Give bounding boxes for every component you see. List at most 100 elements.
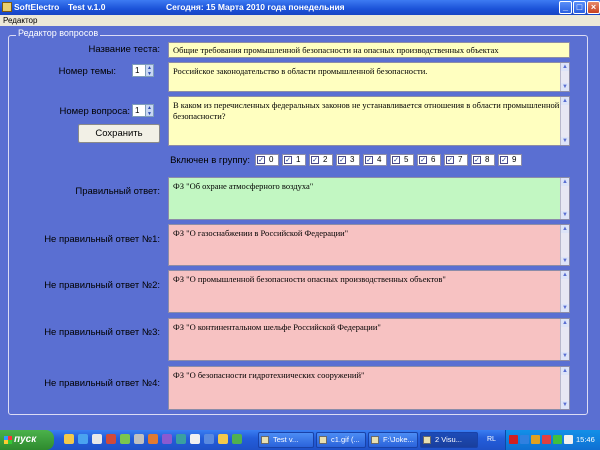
close-button[interactable]: × bbox=[587, 1, 600, 14]
maximize-button[interactable]: □ bbox=[573, 1, 586, 14]
taskbar-task-visual[interactable]: 2 Visu... bbox=[420, 432, 478, 448]
spinner-arrows-icon[interactable]: ▲ ▼ bbox=[145, 105, 153, 117]
scroll-down-icon[interactable]: ▼ bbox=[561, 137, 569, 145]
scroll-up-icon[interactable]: ▲ bbox=[561, 97, 569, 105]
scroll-down-icon[interactable]: ▼ bbox=[561, 304, 569, 312]
tray-app-icon[interactable] bbox=[531, 435, 540, 444]
test-name-field[interactable]: Общие требования промышленной безопаснос… bbox=[168, 42, 570, 58]
minimize-button[interactable]: _ bbox=[559, 1, 572, 14]
checkmark-icon[interactable]: ✓ bbox=[473, 156, 481, 164]
save-button[interactable]: Сохранить bbox=[78, 124, 160, 143]
tray-app-icon[interactable] bbox=[553, 435, 562, 444]
group-checkbox-4[interactable]: ✓ 4 bbox=[363, 154, 387, 166]
spinner-arrows-icon[interactable]: ▲ ▼ bbox=[145, 65, 153, 77]
quicklaunch-tool-icon[interactable] bbox=[190, 434, 200, 444]
wrong-answer-2-field[interactable]: ФЗ "О промышленной безопасности опасных … bbox=[168, 270, 570, 313]
group-checkbox-label: 4 bbox=[377, 155, 382, 164]
topic-number-label: Номер темы: bbox=[58, 66, 116, 77]
wrong-answer-3-field[interactable]: ФЗ "О континентальном шельфе Российской … bbox=[168, 318, 570, 361]
checkmark-icon[interactable]: ✓ bbox=[284, 156, 292, 164]
windows-logo-icon bbox=[4, 436, 12, 444]
scroll-up-icon[interactable]: ▲ bbox=[561, 367, 569, 375]
taskbar-task-test[interactable]: Test v... bbox=[258, 432, 314, 448]
checkmark-icon[interactable]: ✓ bbox=[311, 156, 319, 164]
tray-network-icon[interactable] bbox=[520, 435, 529, 444]
quicklaunch-tool-icon[interactable] bbox=[218, 434, 228, 444]
group-checkbox-label: 8 bbox=[485, 155, 490, 164]
quicklaunch-desktop-icon[interactable] bbox=[92, 434, 102, 444]
scroll-up-icon[interactable]: ▲ bbox=[561, 271, 569, 279]
group-checkbox-3[interactable]: ✓ 3 bbox=[336, 154, 360, 166]
group-checkbox-5[interactable]: ✓ 5 bbox=[390, 154, 414, 166]
wrong-answer-4-scrollbar[interactable]: ▲ ▼ bbox=[560, 367, 569, 409]
scroll-down-icon[interactable]: ▼ bbox=[561, 401, 569, 409]
scroll-down-icon[interactable]: ▼ bbox=[561, 257, 569, 265]
quicklaunch-folder-icon[interactable] bbox=[64, 434, 74, 444]
quicklaunch-tool-icon[interactable] bbox=[148, 434, 158, 444]
question-number-spinner[interactable]: 1 ▲ ▼ bbox=[132, 104, 154, 117]
topic-scrollbar[interactable]: ▲ ▼ bbox=[560, 63, 569, 91]
wrong-answer-3-text: ФЗ "О континентальном шельфе Российской … bbox=[173, 322, 381, 332]
app-title: SoftElectro bbox=[14, 2, 60, 12]
correct-answer-scrollbar[interactable]: ▲ ▼ bbox=[560, 178, 569, 219]
menu-item-editor[interactable]: Редактор bbox=[3, 16, 37, 25]
group-checkbox-label: 0 bbox=[269, 155, 274, 164]
task-label: c1.gif (... bbox=[331, 435, 360, 444]
title-bar[interactable]: SoftElectro Test v.1.0 Сегодня: 15 Марта… bbox=[0, 0, 600, 15]
tray-antivirus-icon[interactable] bbox=[509, 435, 518, 444]
checkmark-icon[interactable]: ✓ bbox=[392, 156, 400, 164]
correct-answer-label: Правильный ответ: bbox=[75, 186, 160, 197]
quicklaunch-tool-icon[interactable] bbox=[162, 434, 172, 444]
taskbar-task-folder[interactable]: F:\Joke... bbox=[368, 432, 418, 448]
tray-volume-icon[interactable] bbox=[564, 435, 573, 444]
app-icon[interactable] bbox=[2, 2, 12, 12]
wrong-answer-1-field[interactable]: ФЗ "О газоснабжении в Российской Федерац… bbox=[168, 224, 570, 266]
topic-text: Российское законодательство в области пр… bbox=[173, 66, 428, 76]
topic-text-field[interactable]: Российское законодательство в области пр… bbox=[168, 62, 570, 92]
group-checkbox-6[interactable]: ✓ 6 bbox=[417, 154, 441, 166]
scroll-up-icon[interactable]: ▲ bbox=[561, 178, 569, 186]
group-checkbox-8[interactable]: ✓ 8 bbox=[471, 154, 495, 166]
folder-icon bbox=[371, 436, 379, 444]
quicklaunch-tool-icon[interactable] bbox=[232, 434, 242, 444]
scroll-up-icon[interactable]: ▲ bbox=[561, 225, 569, 233]
checkmark-icon[interactable]: ✓ bbox=[338, 156, 346, 164]
group-checkbox-2[interactable]: ✓ 2 bbox=[309, 154, 333, 166]
group-checkbox-9[interactable]: ✓ 9 bbox=[498, 154, 522, 166]
tray-app-icon[interactable] bbox=[542, 435, 551, 444]
language-indicator[interactable]: RL bbox=[487, 436, 496, 443]
scroll-down-icon[interactable]: ▼ bbox=[561, 352, 569, 360]
wrong-answer-3-scrollbar[interactable]: ▲ ▼ bbox=[560, 319, 569, 360]
group-checkbox-7[interactable]: ✓ 7 bbox=[444, 154, 468, 166]
quicklaunch-media-icon[interactable] bbox=[106, 434, 116, 444]
wrong-answer-3-label: Не правильный ответ №3: bbox=[44, 327, 160, 338]
scroll-down-icon[interactable]: ▼ bbox=[561, 211, 569, 219]
checkmark-icon[interactable]: ✓ bbox=[446, 156, 454, 164]
checkmark-icon[interactable]: ✓ bbox=[257, 156, 265, 164]
group-checkbox-0[interactable]: ✓ 0 bbox=[255, 154, 279, 166]
checkmark-icon[interactable]: ✓ bbox=[419, 156, 427, 164]
group-checkbox-1[interactable]: ✓ 1 bbox=[282, 154, 306, 166]
question-text-field[interactable]: В каком из перечисленных федеральных зак… bbox=[168, 96, 570, 146]
question-text: В каком из перечисленных федеральных зак… bbox=[173, 100, 560, 121]
taskbar-task-gif[interactable]: c1.gif (... bbox=[316, 432, 366, 448]
checkmark-icon[interactable]: ✓ bbox=[365, 156, 373, 164]
checkmark-icon[interactable]: ✓ bbox=[500, 156, 508, 164]
quicklaunch-tool-icon[interactable] bbox=[204, 434, 214, 444]
quicklaunch-app-icon[interactable] bbox=[120, 434, 130, 444]
correct-answer-field[interactable]: ФЗ "Об охране атмосферного воздуха" ▲ ▼ bbox=[168, 177, 570, 220]
wrong-answer-1-scrollbar[interactable]: ▲ ▼ bbox=[560, 225, 569, 265]
question-scrollbar[interactable]: ▲ ▼ bbox=[560, 97, 569, 145]
topic-number-spinner[interactable]: 1 ▲ ▼ bbox=[132, 64, 154, 77]
wrong-answer-2-scrollbar[interactable]: ▲ ▼ bbox=[560, 271, 569, 312]
scroll-down-icon[interactable]: ▼ bbox=[561, 83, 569, 91]
group-checkbox-label: 7 bbox=[458, 155, 463, 164]
quicklaunch-tool-icon[interactable] bbox=[134, 434, 144, 444]
wrong-answer-4-field[interactable]: ФЗ "О безопасности гидротехнических соор… bbox=[168, 366, 570, 410]
quicklaunch-ie-icon[interactable] bbox=[78, 434, 88, 444]
task-icon bbox=[319, 436, 327, 444]
scroll-up-icon[interactable]: ▲ bbox=[561, 319, 569, 327]
scroll-up-icon[interactable]: ▲ bbox=[561, 63, 569, 71]
test-name-label: Название теста: bbox=[88, 44, 160, 55]
quicklaunch-tool-icon[interactable] bbox=[176, 434, 186, 444]
